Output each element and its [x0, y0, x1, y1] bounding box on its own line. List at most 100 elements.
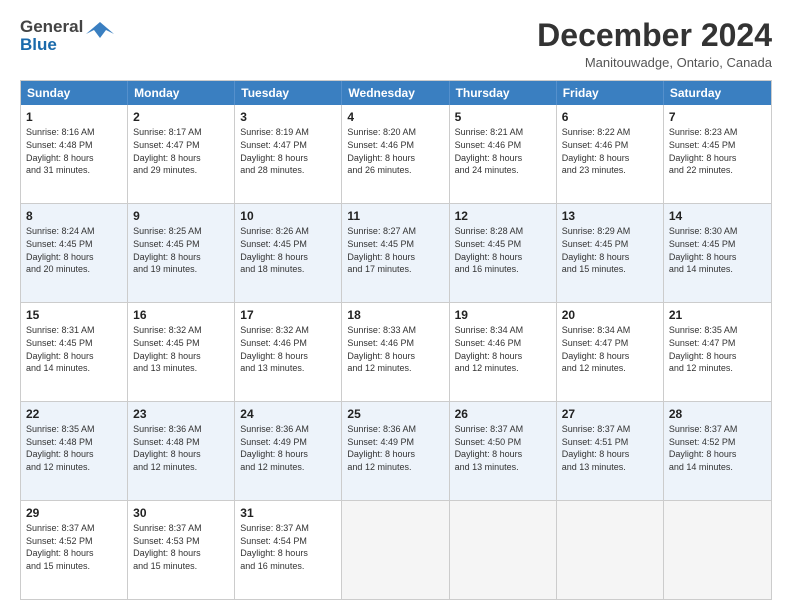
- cell-info-line: Sunset: 4:45 PM: [347, 238, 443, 251]
- day-number: 30: [133, 505, 229, 521]
- cell-info-line: and 14 minutes.: [669, 461, 766, 474]
- calendar-header: SundayMondayTuesdayWednesdayThursdayFrid…: [21, 81, 771, 105]
- cell-info-line: Sunrise: 8:22 AM: [562, 126, 658, 139]
- calendar-cell: 15Sunrise: 8:31 AMSunset: 4:45 PMDayligh…: [21, 303, 128, 401]
- weekday-header-monday: Monday: [128, 81, 235, 105]
- day-number: 28: [669, 406, 766, 422]
- cell-info-line: Sunrise: 8:37 AM: [240, 522, 336, 535]
- calendar-cell: 13Sunrise: 8:29 AMSunset: 4:45 PMDayligh…: [557, 204, 664, 302]
- day-number: 31: [240, 505, 336, 521]
- cell-info-line: Sunset: 4:53 PM: [133, 535, 229, 548]
- cell-info-line: Sunset: 4:45 PM: [562, 238, 658, 251]
- cell-info-line: and 29 minutes.: [133, 164, 229, 177]
- day-number: 29: [26, 505, 122, 521]
- weekday-header-tuesday: Tuesday: [235, 81, 342, 105]
- calendar-cell: [557, 501, 664, 599]
- day-number: 5: [455, 109, 551, 125]
- cell-info-line: Sunset: 4:48 PM: [26, 436, 122, 449]
- cell-info-line: Sunset: 4:50 PM: [455, 436, 551, 449]
- day-number: 7: [669, 109, 766, 125]
- cell-info-line: and 12 minutes.: [562, 362, 658, 375]
- cell-info-line: and 23 minutes.: [562, 164, 658, 177]
- calendar-cell: 24Sunrise: 8:36 AMSunset: 4:49 PMDayligh…: [235, 402, 342, 500]
- cell-info-line: and 14 minutes.: [26, 362, 122, 375]
- calendar-cell: 20Sunrise: 8:34 AMSunset: 4:47 PMDayligh…: [557, 303, 664, 401]
- cell-info-line: and 18 minutes.: [240, 263, 336, 276]
- cell-info-line: Sunrise: 8:27 AM: [347, 225, 443, 238]
- month-title: December 2024: [537, 18, 772, 53]
- cell-info-line: Sunrise: 8:31 AM: [26, 324, 122, 337]
- day-number: 2: [133, 109, 229, 125]
- cell-info-line: Sunrise: 8:36 AM: [240, 423, 336, 436]
- calendar-cell: 25Sunrise: 8:36 AMSunset: 4:49 PMDayligh…: [342, 402, 449, 500]
- cell-info-line: Sunrise: 8:23 AM: [669, 126, 766, 139]
- calendar-cell: 30Sunrise: 8:37 AMSunset: 4:53 PMDayligh…: [128, 501, 235, 599]
- cell-info-line: Sunrise: 8:29 AM: [562, 225, 658, 238]
- day-number: 20: [562, 307, 658, 323]
- cell-info-line: Sunrise: 8:37 AM: [562, 423, 658, 436]
- calendar-cell: [664, 501, 771, 599]
- cell-info-line: Daylight: 8 hours: [669, 448, 766, 461]
- cell-info-line: and 12 minutes.: [669, 362, 766, 375]
- day-number: 22: [26, 406, 122, 422]
- weekday-header-thursday: Thursday: [450, 81, 557, 105]
- cell-info-line: Daylight: 8 hours: [455, 448, 551, 461]
- cell-info-line: and 24 minutes.: [455, 164, 551, 177]
- cell-info-line: and 15 minutes.: [562, 263, 658, 276]
- cell-info-line: Sunrise: 8:35 AM: [669, 324, 766, 337]
- day-number: 24: [240, 406, 336, 422]
- day-number: 6: [562, 109, 658, 125]
- cell-info-line: and 13 minutes.: [455, 461, 551, 474]
- cell-info-line: Sunset: 4:49 PM: [240, 436, 336, 449]
- day-number: 27: [562, 406, 658, 422]
- cell-info-line: Sunset: 4:45 PM: [669, 139, 766, 152]
- cell-info-line: Daylight: 8 hours: [240, 448, 336, 461]
- calendar-cell: 4Sunrise: 8:20 AMSunset: 4:46 PMDaylight…: [342, 105, 449, 203]
- calendar-cell: 26Sunrise: 8:37 AMSunset: 4:50 PMDayligh…: [450, 402, 557, 500]
- cell-info-line: Sunset: 4:49 PM: [347, 436, 443, 449]
- cell-info-line: Daylight: 8 hours: [347, 350, 443, 363]
- calendar-cell: 9Sunrise: 8:25 AMSunset: 4:45 PMDaylight…: [128, 204, 235, 302]
- cell-info-line: and 12 minutes.: [26, 461, 122, 474]
- cell-info-line: Sunrise: 8:36 AM: [347, 423, 443, 436]
- cell-info-line: Sunset: 4:52 PM: [669, 436, 766, 449]
- cell-info-line: Daylight: 8 hours: [240, 251, 336, 264]
- cell-info-line: Sunset: 4:45 PM: [26, 238, 122, 251]
- cell-info-line: and 12 minutes.: [347, 461, 443, 474]
- cell-info-line: Sunrise: 8:24 AM: [26, 225, 122, 238]
- cell-info-line: Sunset: 4:48 PM: [133, 436, 229, 449]
- calendar-cell: 28Sunrise: 8:37 AMSunset: 4:52 PMDayligh…: [664, 402, 771, 500]
- cell-info-line: Sunset: 4:54 PM: [240, 535, 336, 548]
- cell-info-line: Sunrise: 8:28 AM: [455, 225, 551, 238]
- weekday-header-friday: Friday: [557, 81, 664, 105]
- cell-info-line: and 16 minutes.: [455, 263, 551, 276]
- cell-info-line: Sunset: 4:46 PM: [455, 139, 551, 152]
- cell-info-line: and 15 minutes.: [133, 560, 229, 573]
- cell-info-line: Daylight: 8 hours: [347, 251, 443, 264]
- cell-info-line: Sunrise: 8:25 AM: [133, 225, 229, 238]
- day-number: 21: [669, 307, 766, 323]
- calendar-cell: 21Sunrise: 8:35 AMSunset: 4:47 PMDayligh…: [664, 303, 771, 401]
- cell-info-line: Daylight: 8 hours: [669, 152, 766, 165]
- day-number: 26: [455, 406, 551, 422]
- logo-icon: [86, 20, 114, 47]
- calendar-row-2: 8Sunrise: 8:24 AMSunset: 4:45 PMDaylight…: [21, 204, 771, 303]
- cell-info-line: Sunset: 4:47 PM: [562, 337, 658, 350]
- cell-info-line: Daylight: 8 hours: [455, 350, 551, 363]
- day-number: 12: [455, 208, 551, 224]
- weekday-header-wednesday: Wednesday: [342, 81, 449, 105]
- cell-info-line: Sunrise: 8:32 AM: [133, 324, 229, 337]
- calendar-cell: 14Sunrise: 8:30 AMSunset: 4:45 PMDayligh…: [664, 204, 771, 302]
- day-number: 11: [347, 208, 443, 224]
- cell-info-line: Daylight: 8 hours: [669, 251, 766, 264]
- cell-info-line: and 15 minutes.: [26, 560, 122, 573]
- cell-info-line: Sunset: 4:47 PM: [240, 139, 336, 152]
- calendar-cell: [342, 501, 449, 599]
- cell-info-line: Sunset: 4:46 PM: [562, 139, 658, 152]
- cell-info-line: and 12 minutes.: [240, 461, 336, 474]
- cell-info-line: Daylight: 8 hours: [26, 152, 122, 165]
- cell-info-line: Sunrise: 8:36 AM: [133, 423, 229, 436]
- cell-info-line: Daylight: 8 hours: [455, 152, 551, 165]
- calendar-body: 1Sunrise: 8:16 AMSunset: 4:48 PMDaylight…: [21, 105, 771, 599]
- cell-info-line: Daylight: 8 hours: [26, 547, 122, 560]
